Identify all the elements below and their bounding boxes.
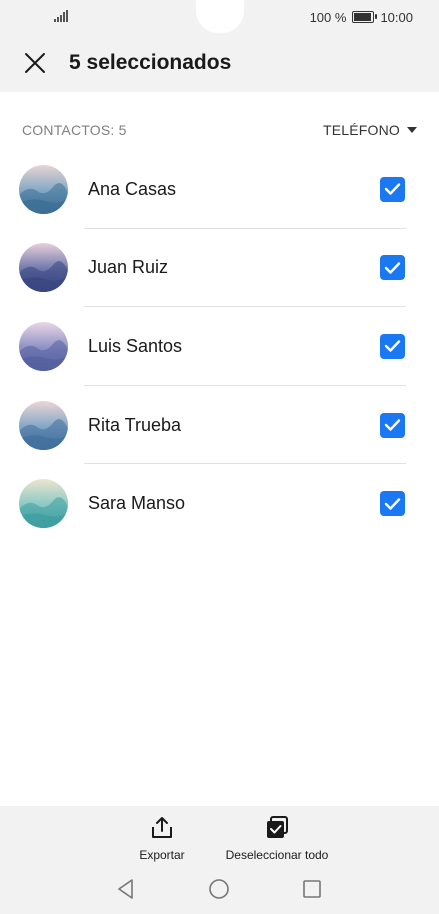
- bottom-bar: Exportar Deseleccionar todo: [0, 806, 439, 914]
- contact-row[interactable]: Luis Santos: [0, 307, 439, 386]
- contact-checkbox[interactable]: [380, 255, 405, 281]
- navigation-bar: [0, 872, 439, 908]
- contact-name: Ana Casas: [88, 178, 177, 199]
- avatar: [19, 243, 68, 293]
- checkmark-icon: [384, 183, 401, 195]
- contact-name: Rita Trueba: [88, 414, 182, 435]
- battery-percent: 100 %: [309, 9, 347, 25]
- contact-checkbox[interactable]: [380, 176, 405, 202]
- status-bar: 100 % 10:00: [0, 0, 439, 34]
- contact-list: Ana Casas Juan Ruiz Luis Santos Rita Trueba…: [0, 150, 439, 543]
- contact-row[interactable]: Sara Manso: [0, 464, 439, 543]
- contact-row[interactable]: Juan Ruiz: [0, 229, 439, 308]
- close-button[interactable]: [22, 50, 48, 76]
- contact-checkbox[interactable]: [380, 491, 405, 517]
- checkmark-icon: [384, 340, 401, 353]
- caret-down-icon: [407, 127, 417, 133]
- contact-name: Juan Ruiz: [88, 257, 169, 278]
- deselect-all-icon: [267, 816, 288, 838]
- avatar: [19, 321, 68, 371]
- contact-row[interactable]: Ana Casas: [0, 150, 439, 229]
- contacts-count: CONTACTOS: 5: [22, 122, 127, 138]
- list-header: CONTACTOS: 5 TELÉFONO: [22, 120, 417, 140]
- contact-checkbox[interactable]: [380, 412, 405, 438]
- checkmark-icon: [384, 262, 401, 274]
- home-icon[interactable]: [208, 878, 230, 900]
- back-icon[interactable]: [116, 878, 136, 900]
- contact-row[interactable]: Rita Trueba: [0, 386, 439, 465]
- contact-checkbox[interactable]: [380, 333, 405, 359]
- close-icon: [25, 53, 45, 73]
- avatar: [19, 479, 68, 529]
- deselect-all-button[interactable]: Deseleccionar todo: [222, 816, 332, 862]
- deselect-all-label: Deseleccionar todo: [225, 848, 329, 862]
- avatar: [19, 164, 68, 214]
- checkmark-icon: [384, 419, 401, 431]
- checkmark-icon: [384, 497, 401, 510]
- recent-apps-icon[interactable]: [302, 878, 322, 900]
- share-icon: [152, 817, 172, 838]
- signal-icon: [54, 10, 68, 22]
- sort-selector[interactable]: TELÉFONO: [323, 122, 417, 138]
- contact-name: Luis Santos: [88, 335, 183, 356]
- app-bar: 5 seleccionados: [0, 34, 439, 92]
- page-title: 5 seleccionados: [69, 51, 232, 74]
- export-button[interactable]: Exportar: [138, 816, 186, 862]
- clock: 10:00: [380, 9, 413, 25]
- export-label: Exportar: [139, 848, 185, 862]
- camera-notch: [196, 0, 244, 33]
- contact-name: Sara Manso: [88, 493, 186, 514]
- avatar: [19, 400, 68, 450]
- battery-icon: [352, 11, 378, 23]
- sort-label: TELÉFONO: [322, 122, 400, 138]
